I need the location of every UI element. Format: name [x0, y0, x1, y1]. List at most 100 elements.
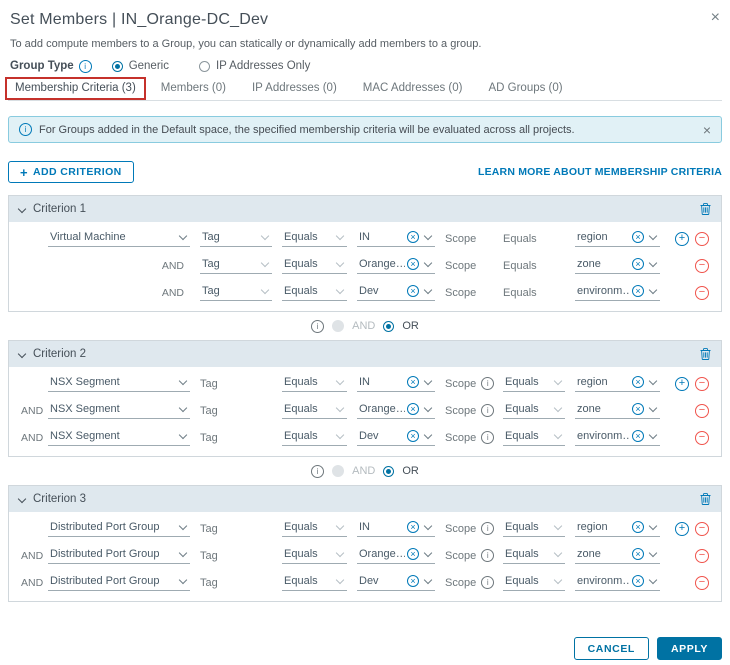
- tab-ad-groups[interactable]: AD Groups (0): [488, 77, 562, 100]
- radio-generic[interactable]: Generic: [111, 60, 169, 72]
- scope-operator-select[interactable]: Equals: [503, 402, 575, 419]
- clear-icon[interactable]: [407, 575, 419, 587]
- cancel-button[interactable]: CANCEL: [573, 637, 649, 660]
- tag-value-combobox[interactable]: IN: [357, 520, 445, 537]
- criterion-2-header[interactable]: Criterion 2: [9, 341, 721, 367]
- operator-select[interactable]: Equals: [282, 284, 357, 301]
- and-radio-disabled[interactable]: [332, 320, 345, 332]
- entity-select[interactable]: NSX Segment: [48, 402, 200, 419]
- and-radio-disabled[interactable]: [332, 465, 345, 477]
- clear-icon[interactable]: [632, 575, 644, 587]
- clear-icon[interactable]: [407, 285, 419, 297]
- operator-select[interactable]: Equals: [282, 375, 357, 392]
- remove-row-icon[interactable]: [695, 285, 709, 300]
- clear-icon[interactable]: [632, 521, 644, 533]
- trash-icon[interactable]: [700, 203, 711, 215]
- operator-select[interactable]: Equals: [282, 547, 357, 564]
- scope-operator-select[interactable]: Equals: [503, 574, 575, 591]
- clear-icon[interactable]: [407, 231, 419, 243]
- remove-row-icon[interactable]: [695, 548, 709, 563]
- scope-value-combobox[interactable]: region: [575, 520, 670, 537]
- banner-close-icon[interactable]: [703, 123, 711, 137]
- tab-members[interactable]: Members (0): [161, 77, 226, 100]
- clear-icon[interactable]: [632, 285, 644, 297]
- clear-icon[interactable]: [632, 376, 644, 388]
- clear-icon[interactable]: [632, 231, 644, 243]
- remove-row-icon[interactable]: [695, 575, 709, 590]
- apply-button[interactable]: APPLY: [656, 637, 722, 660]
- criterion-row: AND Distributed Port Group Tag Equals Or…: [9, 542, 721, 569]
- tab-mac-addresses[interactable]: MAC Addresses (0): [363, 77, 463, 100]
- clear-icon[interactable]: [407, 403, 419, 415]
- tag-select[interactable]: Tag: [200, 284, 282, 301]
- scope-operator-select[interactable]: Equals: [503, 375, 575, 392]
- entity-select[interactable]: Distributed Port Group: [48, 547, 200, 564]
- chevron-down-icon: [553, 575, 563, 584]
- entity-select[interactable]: Virtual Machine: [48, 230, 200, 247]
- criterion-1-header[interactable]: Criterion 1: [9, 196, 721, 222]
- operator-select[interactable]: Equals: [282, 257, 357, 274]
- clear-icon[interactable]: [632, 430, 644, 442]
- scope-value-combobox[interactable]: environm…: [575, 574, 670, 591]
- scope-operator-select[interactable]: Equals: [503, 429, 575, 446]
- add-row-icon[interactable]: [675, 376, 689, 391]
- tag-select[interactable]: Tag: [200, 230, 282, 247]
- clear-icon[interactable]: [407, 430, 419, 442]
- tag-value-combobox[interactable]: Dev: [357, 429, 445, 446]
- learn-more-link[interactable]: LEARN MORE ABOUT MEMBERSHIP CRITERIA: [478, 166, 722, 178]
- scope-value-combobox[interactable]: environm…: [575, 284, 670, 301]
- operator-select[interactable]: Equals: [282, 429, 357, 446]
- remove-row-icon[interactable]: [695, 258, 709, 273]
- operator-select[interactable]: Equals: [282, 402, 357, 419]
- tag-value-combobox[interactable]: Orange…: [357, 402, 445, 419]
- scope-label: Scope: [445, 431, 477, 444]
- scope-value-combobox[interactable]: region: [575, 230, 670, 247]
- or-radio-selected[interactable]: [383, 320, 395, 332]
- entity-select[interactable]: Distributed Port Group: [48, 520, 200, 537]
- remove-row-icon[interactable]: [695, 403, 709, 418]
- clear-icon[interactable]: [407, 521, 419, 533]
- clear-icon[interactable]: [632, 548, 644, 560]
- entity-select[interactable]: NSX Segment: [48, 429, 200, 446]
- trash-icon[interactable]: [700, 348, 711, 360]
- entity-select[interactable]: NSX Segment: [48, 375, 200, 392]
- add-criterion-button[interactable]: ADD CRITERION: [8, 161, 134, 183]
- tag-value-combobox[interactable]: IN: [357, 375, 445, 392]
- remove-row-icon[interactable]: [695, 521, 709, 536]
- clear-icon[interactable]: [632, 258, 644, 270]
- scope-operator-select[interactable]: Equals: [503, 520, 575, 537]
- operator-select[interactable]: Equals: [282, 574, 357, 591]
- trash-icon[interactable]: [700, 493, 711, 505]
- tag-value-combobox[interactable]: Orange…: [357, 547, 445, 564]
- tag-value-combobox[interactable]: Dev: [357, 574, 445, 591]
- operator-select[interactable]: Equals: [282, 230, 357, 247]
- scope-value-combobox[interactable]: zone: [575, 257, 670, 274]
- scope-value-combobox[interactable]: environm…: [575, 429, 670, 446]
- scope-operator-select[interactable]: Equals: [503, 547, 575, 564]
- close-icon[interactable]: [711, 11, 720, 25]
- tag-value-combobox[interactable]: Dev: [357, 284, 445, 301]
- clear-icon[interactable]: [407, 258, 419, 270]
- tag-value-combobox[interactable]: IN: [357, 230, 445, 247]
- add-row-icon[interactable]: [675, 521, 689, 536]
- entity-select[interactable]: Distributed Port Group: [48, 574, 200, 591]
- scope-value-combobox[interactable]: region: [575, 375, 670, 392]
- tag-select[interactable]: Tag: [200, 257, 282, 274]
- tag-value-combobox[interactable]: Orange…: [357, 257, 445, 274]
- scope-value-combobox[interactable]: zone: [575, 402, 670, 419]
- clear-icon[interactable]: [632, 403, 644, 415]
- chevron-down-icon: [423, 258, 433, 267]
- radio-ip-addresses-only[interactable]: IP Addresses Only: [198, 60, 310, 72]
- remove-row-icon[interactable]: [695, 430, 709, 445]
- scope-value-combobox[interactable]: zone: [575, 547, 670, 564]
- tab-ip-addresses[interactable]: IP Addresses (0): [252, 77, 337, 100]
- criterion-3-header[interactable]: Criterion 3: [9, 486, 721, 512]
- operator-select[interactable]: Equals: [282, 520, 357, 537]
- clear-icon[interactable]: [407, 548, 419, 560]
- tab-membership-criteria[interactable]: Membership Criteria (3): [5, 77, 146, 100]
- remove-row-icon[interactable]: [695, 376, 709, 391]
- remove-row-icon[interactable]: [695, 231, 709, 246]
- add-row-icon[interactable]: [675, 231, 689, 246]
- clear-icon[interactable]: [407, 376, 419, 388]
- or-radio-selected[interactable]: [383, 465, 395, 477]
